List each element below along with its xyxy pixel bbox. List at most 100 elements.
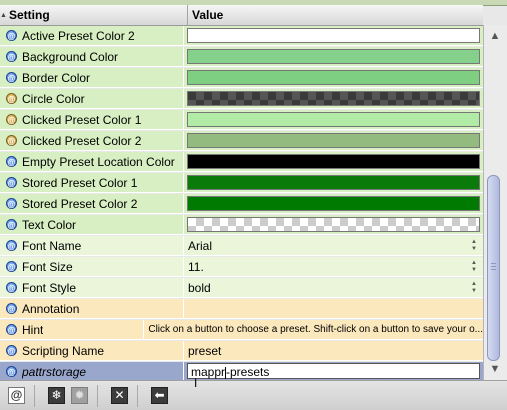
- attribute-name-cell[interactable]: @ Stored Preset Color 1: [0, 173, 184, 192]
- setting-column-header[interactable]: Setting: [7, 8, 187, 22]
- scroll-up-arrow-icon[interactable]: ▲: [488, 30, 502, 42]
- attribute-name-cell[interactable]: @ Empty Preset Location Color: [0, 152, 184, 171]
- color-swatch[interactable]: [187, 217, 480, 232]
- attribute-value-cell[interactable]: [184, 194, 483, 213]
- attribute-value-cell[interactable]: Arial ▲ ▼: [184, 236, 483, 255]
- color-swatch[interactable]: [187, 49, 480, 64]
- attribute-name-cell[interactable]: @ Circle Color: [0, 89, 184, 108]
- at-icon[interactable]: @: [6, 198, 17, 209]
- at-icon[interactable]: @: [6, 282, 17, 293]
- attribute-row[interactable]: @ Font Size 11. ▲ ▼: [0, 257, 483, 277]
- attribute-row[interactable]: @ pattrstorage mappr-presets: [0, 362, 483, 380]
- attribute-name-cell[interactable]: @ Font Style: [0, 278, 184, 297]
- attribute-value-cell[interactable]: [184, 89, 483, 108]
- attribute-name-cell[interactable]: @ Border Color: [0, 68, 184, 87]
- at-icon[interactable]: @: [6, 72, 17, 83]
- at-icon[interactable]: @: [6, 261, 17, 272]
- attribute-row[interactable]: @ Stored Preset Color 1: [0, 173, 483, 193]
- color-swatch[interactable]: [187, 28, 480, 43]
- attribute-name-cell[interactable]: @ Active Preset Color 2: [0, 26, 184, 45]
- menu-value[interactable]: bold: [188, 281, 211, 295]
- at-icon[interactable]: @: [6, 219, 17, 230]
- attribute-name-cell[interactable]: @ Background Color: [0, 47, 184, 66]
- attribute-value-cell[interactable]: [184, 26, 483, 45]
- attribute-name-cell[interactable]: @ pattrstorage: [0, 362, 184, 380]
- attribute-row[interactable]: @ Background Color: [0, 47, 483, 67]
- attribute-name-cell[interactable]: @ Hint: [0, 320, 145, 339]
- color-swatch[interactable]: [187, 133, 480, 148]
- pattrstorage-text-field[interactable]: mappr-presets: [187, 363, 480, 379]
- attribute-name-cell[interactable]: @ Annotation: [0, 299, 184, 318]
- color-swatch[interactable]: [187, 91, 480, 106]
- color-swatch[interactable]: [187, 112, 480, 127]
- thumb-grip: [491, 266, 496, 267]
- at-icon[interactable]: @: [6, 135, 17, 146]
- snowflake-icon[interactable]: ❄: [48, 387, 65, 404]
- attribute-name-cell[interactable]: @ Clicked Preset Color 1: [0, 110, 184, 129]
- attribute-value-cell[interactable]: preset: [184, 341, 483, 360]
- attribute-name-cell[interactable]: @ Clicked Preset Color 2: [0, 131, 184, 150]
- attribute-row[interactable]: @ Hint Click on a button to choose a prese…: [0, 320, 483, 340]
- attribute-value-cell[interactable]: bold ▲ ▼: [184, 278, 483, 297]
- attribute-row[interactable]: @ Font Name Arial ▲ ▼: [0, 236, 483, 256]
- text-value[interactable]: Click on a button to choose a preset. Sh…: [148, 324, 483, 335]
- color-swatch[interactable]: [187, 70, 480, 85]
- color-swatch[interactable]: [187, 154, 480, 169]
- attribute-value-cell[interactable]: [184, 173, 483, 192]
- attribute-value-cell[interactable]: Click on a button to choose a preset. Sh…: [144, 320, 483, 339]
- attribute-value-cell[interactable]: [184, 47, 483, 66]
- text-value[interactable]: preset: [188, 344, 221, 358]
- attribute-name-cell[interactable]: @ Text Color: [0, 215, 184, 234]
- attribute-value-cell[interactable]: mappr-presets: [184, 362, 483, 380]
- sort-corner-icon[interactable]: ▲: [0, 5, 7, 25]
- attribute-row[interactable]: @ Border Color: [0, 68, 483, 88]
- attribute-value-cell[interactable]: [184, 152, 483, 171]
- value-column-header[interactable]: Value: [188, 8, 483, 22]
- at-icon[interactable]: @: [6, 240, 17, 251]
- scroll-down-arrow-icon[interactable]: ▼: [488, 363, 502, 375]
- attribute-row[interactable]: @ Text Color: [0, 215, 483, 235]
- attribute-row[interactable]: @ Annotation: [0, 299, 483, 319]
- attribute-value-cell[interactable]: [184, 110, 483, 129]
- color-swatch[interactable]: [187, 175, 480, 190]
- back-arrow-icon[interactable]: ⬅: [151, 387, 168, 404]
- vertical-scrollbar[interactable]: ▲ ▼: [483, 25, 507, 380]
- attribute-value-cell[interactable]: 11. ▲ ▼: [184, 257, 483, 276]
- at-icon[interactable]: @: [6, 156, 17, 167]
- attribute-value-cell[interactable]: [184, 215, 483, 234]
- at-icon[interactable]: @: [6, 30, 17, 41]
- menu-value[interactable]: Arial: [188, 239, 212, 253]
- attribute-row[interactable]: @ Scripting Name preset: [0, 341, 483, 361]
- updown-arrows-icon[interactable]: ▲ ▼: [471, 260, 477, 274]
- attribute-name-cell[interactable]: @ Font Name: [0, 236, 184, 255]
- attribute-row[interactable]: @ Clicked Preset Color 2: [0, 131, 483, 151]
- close-icon[interactable]: ✕: [111, 387, 128, 404]
- attribute-name-cell[interactable]: @ Stored Preset Color 2: [0, 194, 184, 213]
- at-icon[interactable]: @: [6, 366, 17, 377]
- at-icon[interactable]: @: [6, 93, 17, 104]
- at-button[interactable]: @: [8, 387, 25, 404]
- at-icon[interactable]: @: [6, 345, 17, 356]
- at-icon[interactable]: @: [6, 51, 17, 62]
- attribute-value-cell[interactable]: [184, 68, 483, 87]
- color-swatch[interactable]: [187, 196, 480, 211]
- attribute-row[interactable]: @ Clicked Preset Color 1: [0, 110, 483, 130]
- attribute-row[interactable]: @ Font Style bold ▲ ▼: [0, 278, 483, 298]
- attribute-value-cell[interactable]: [184, 131, 483, 150]
- attribute-row[interactable]: @ Stored Preset Color 2: [0, 194, 483, 214]
- attribute-row[interactable]: @ Empty Preset Location Color: [0, 152, 483, 172]
- attribute-row[interactable]: @ Active Preset Color 2: [0, 26, 483, 46]
- at-icon[interactable]: @: [6, 303, 17, 314]
- updown-arrows-icon[interactable]: ▲ ▼: [471, 281, 477, 295]
- attribute-name-cell[interactable]: @ Font Size: [0, 257, 184, 276]
- scroll-thumb[interactable]: [487, 175, 500, 361]
- at-icon[interactable]: @: [6, 177, 17, 188]
- menu-value[interactable]: 11.: [188, 260, 204, 274]
- attribute-name-cell[interactable]: @ Scripting Name: [0, 341, 184, 360]
- gear-icon[interactable]: ✹: [71, 387, 88, 404]
- updown-arrows-icon[interactable]: ▲ ▼: [471, 239, 477, 253]
- attribute-row[interactable]: @ Circle Color: [0, 89, 483, 109]
- at-icon[interactable]: @: [6, 324, 17, 335]
- attribute-value-cell[interactable]: [184, 299, 483, 318]
- at-icon[interactable]: @: [6, 114, 17, 125]
